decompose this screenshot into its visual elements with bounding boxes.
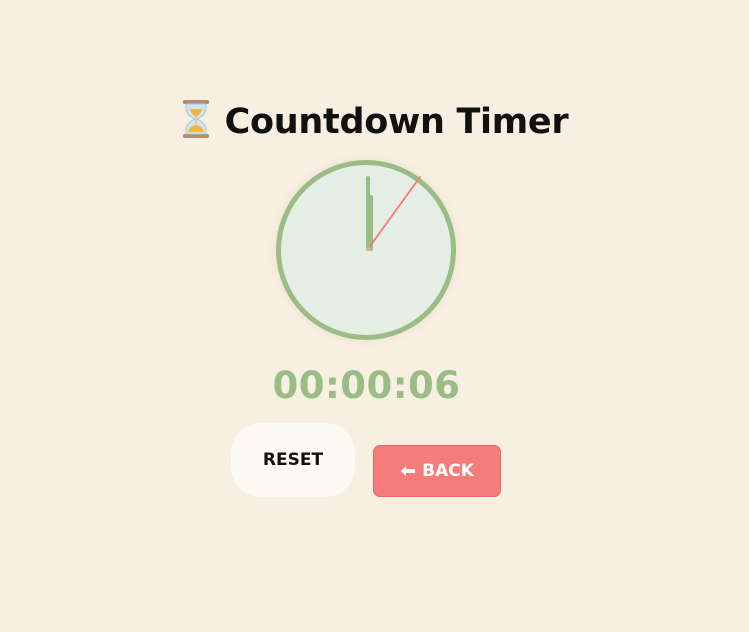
time-display: 00:00:06 <box>272 364 461 407</box>
analog-clock <box>274 158 458 342</box>
hourglass-icon <box>181 99 211 139</box>
left-arrow-icon <box>400 465 416 477</box>
clock-center <box>366 247 370 251</box>
back-label: BACK <box>422 461 474 481</box>
page-title: Countdown Timer <box>0 99 749 142</box>
reset-label: RESET <box>262 450 324 470</box>
back-button[interactable]: BACK <box>373 445 501 497</box>
reset-button[interactable]: RESET <box>231 423 355 497</box>
title-text: Countdown Timer <box>224 102 569 142</box>
